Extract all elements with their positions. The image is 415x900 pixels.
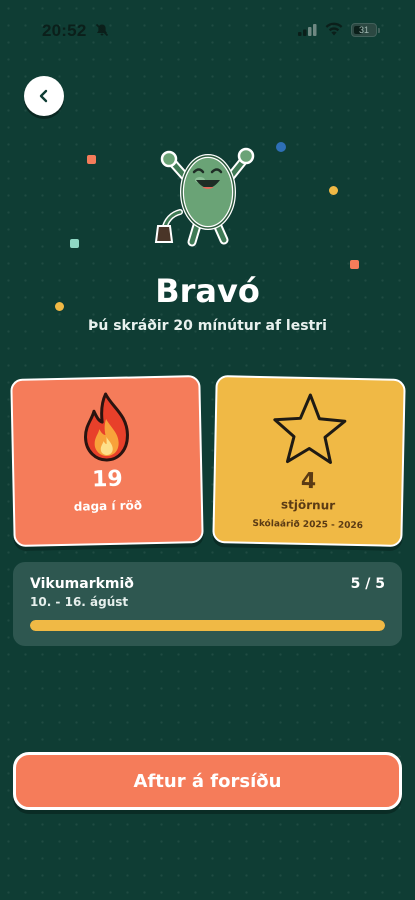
fire-icon [84, 392, 129, 462]
back-to-home-button[interactable]: Aftur á forsíðu [13, 752, 402, 810]
weekly-goal-count: 5 / 5 [350, 576, 385, 592]
streak-label: daga í röð [73, 498, 143, 514]
confetti-dot [276, 142, 286, 152]
streak-value: 19 [91, 466, 123, 493]
weekly-goal-progress-fill [30, 620, 385, 631]
confetti-square [70, 239, 79, 248]
weekly-goal-panel: Vikumarkmið 10. - 16. ágúst 5 / 5 [13, 562, 402, 646]
battery-icon: 31 [351, 23, 377, 37]
signal-icon [298, 24, 317, 36]
status-bar: 20:52 31 [0, 0, 415, 60]
weekly-goal-dates: 10. - 16. ágúst [30, 595, 129, 609]
streak-card: 19 daga í röð [10, 375, 204, 547]
confetti-square [350, 260, 359, 269]
wifi-icon [325, 22, 343, 36]
star-icon [273, 393, 347, 464]
mascot-illustration [154, 147, 255, 247]
weekly-goal-progress-bar [30, 620, 385, 631]
status-time: 20:52 [42, 21, 87, 40]
stars-label: stjörnur [280, 497, 336, 513]
bell-slash-icon [95, 23, 109, 37]
confetti-dot [329, 186, 338, 195]
page-subtitle: Þú skráðir 20 mínútur af lestri [88, 318, 327, 334]
page-title: Bravó [155, 272, 260, 310]
weekly-goal-title: Vikumarkmið [30, 576, 134, 592]
stars-card: 4 stjörnur Skólaárið 2025 - 2026 [212, 375, 406, 547]
chevron-left-icon [39, 89, 48, 103]
back-button[interactable] [24, 76, 64, 116]
battery-tip [378, 28, 380, 33]
confetti-square [87, 155, 96, 164]
school-year-label: Skólaárið 2025 - 2026 [252, 518, 364, 532]
battery-percent: 31 [358, 25, 369, 35]
stars-value: 4 [300, 468, 317, 495]
